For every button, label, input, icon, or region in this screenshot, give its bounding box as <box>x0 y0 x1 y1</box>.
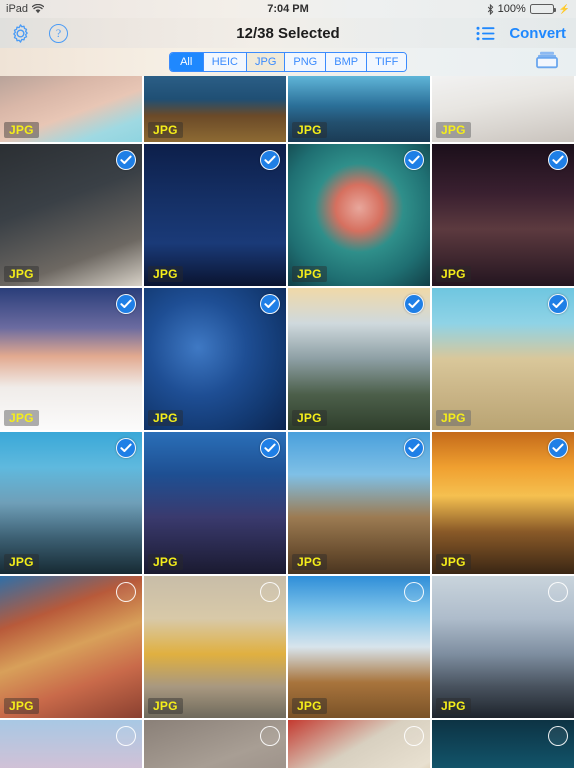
photo-grid-row: JPG JPG JPG JPG <box>0 288 576 430</box>
photo-pizza[interactable] <box>288 720 430 768</box>
status-bar-right: 100% ⚡ <box>487 3 570 15</box>
navigation-bar: ? 12/38 Selected Convert <box>0 18 576 48</box>
gear-icon[interactable] <box>10 23 31 44</box>
status-bar-left: iPad <box>6 3 45 15</box>
format-badge: JPG <box>292 554 327 570</box>
list-bullet-icon[interactable] <box>476 26 495 41</box>
navigation-bar-left: ? <box>10 23 68 44</box>
photo-girl-blue-hair[interactable]: JPG <box>0 76 142 142</box>
format-badge: JPG <box>4 266 39 282</box>
photo-figs-plate[interactable]: JPG <box>288 144 430 286</box>
format-filter-tiff[interactable]: TIFF <box>367 53 407 71</box>
photo-wind-turbines[interactable]: JPG <box>0 288 142 430</box>
format-filter-bmp[interactable]: BMP <box>326 53 368 71</box>
photo-beach-hat[interactable]: JPG <box>432 76 574 142</box>
battery-icon <box>529 4 556 14</box>
checkmark-unselected-icon[interactable] <box>404 726 424 746</box>
format-badge: JPG <box>4 122 39 138</box>
status-bar: iPad 7:04 PM 100% ⚡ <box>0 0 576 18</box>
photo-yellow-beam[interactable]: JPG <box>144 76 286 142</box>
photo-pink-sky[interactable] <box>0 720 142 768</box>
photo-desert-butte[interactable]: JPG <box>288 432 430 574</box>
checkmark-selected-icon[interactable] <box>260 150 280 170</box>
photo-knit-braid[interactable] <box>144 720 286 768</box>
checkmark-selected-icon[interactable] <box>260 438 280 458</box>
checkmark-unselected-icon[interactable] <box>260 726 280 746</box>
photo-grid-row <box>0 720 576 768</box>
photo-coffee-kettle[interactable]: JPG <box>0 144 142 286</box>
format-badge: JPG <box>436 122 471 138</box>
checkmark-selected-icon[interactable] <box>404 294 424 314</box>
format-badge: JPG <box>148 266 183 282</box>
format-badge: JPG <box>436 410 471 426</box>
photo-grid-row: JPG JPG JPG JPG <box>0 432 576 574</box>
format-filter-bar: All HEIC JPG PNG BMP TIFF <box>0 48 576 76</box>
wifi-icon <box>32 4 45 14</box>
format-badge: JPG <box>436 266 471 282</box>
checkmark-selected-icon[interactable] <box>116 438 136 458</box>
format-badge: JPG <box>292 698 327 714</box>
format-badge: JPG <box>4 410 39 426</box>
photo-mount-fuji[interactable]: JPG <box>432 576 574 718</box>
bluetooth-icon <box>487 3 494 15</box>
format-badge: JPG <box>148 554 183 570</box>
checkmark-unselected-icon[interactable] <box>116 726 136 746</box>
checkmark-unselected-icon[interactable] <box>260 582 280 602</box>
checkmark-selected-icon[interactable] <box>116 150 136 170</box>
photo-hillside-town[interactable]: JPG <box>0 576 142 718</box>
photo-grid[interactable]: JPG JPG JPG JPG JPG JPG JPG JPG JPG JPG JPG JPG JPG J… <box>0 76 576 768</box>
checkmark-selected-icon[interactable] <box>548 294 568 314</box>
photo-lisbon-tram[interactable]: JPG <box>144 576 286 718</box>
checkmark-selected-icon[interactable] <box>260 294 280 314</box>
battery-percent-label: 100% <box>497 3 526 15</box>
convert-button[interactable]: Convert <box>509 25 566 42</box>
format-badge: JPG <box>4 698 39 714</box>
format-badge: JPG <box>436 554 471 570</box>
format-badge: JPG <box>292 410 327 426</box>
photo-city-skyline[interactable]: JPG <box>144 432 286 574</box>
photo-sand-castle[interactable]: JPG <box>432 288 574 430</box>
format-filter-png[interactable]: PNG <box>285 53 327 71</box>
lightning-bolt-icon: ⚡ <box>558 3 570 14</box>
format-filter-heic[interactable]: HEIC <box>203 53 247 71</box>
checkmark-selected-icon[interactable] <box>404 150 424 170</box>
navigation-bar-right: Convert <box>476 25 566 42</box>
photo-blue-mountains[interactable]: JPG <box>0 432 142 574</box>
format-badge: JPG <box>436 698 471 714</box>
photo-mountain-sunrise[interactable]: JPG <box>432 432 574 574</box>
format-badge: JPG <box>292 122 327 138</box>
folder-tray-icon[interactable] <box>534 50 560 75</box>
checkmark-selected-icon[interactable] <box>548 150 568 170</box>
format-badge: JPG <box>148 698 183 714</box>
format-badge: JPG <box>292 266 327 282</box>
format-badge: JPG <box>4 554 39 570</box>
photo-delicate-arch[interactable]: JPG <box>432 144 574 286</box>
photo-misty-peaks[interactable]: JPG <box>288 288 430 430</box>
format-badge: JPG <box>148 122 183 138</box>
format-filter-all[interactable]: All <box>169 53 204 71</box>
photo-grid-row: JPG JPG JPG JPG <box>0 76 576 142</box>
photo-lake-pier[interactable]: JPG <box>288 76 430 142</box>
checkmark-unselected-icon[interactable] <box>548 726 568 746</box>
question-mark-circle-icon[interactable]: ? <box>49 23 68 43</box>
format-badge: JPG <box>148 410 183 426</box>
checkmark-unselected-icon[interactable] <box>404 582 424 602</box>
checkmark-selected-icon[interactable] <box>548 438 568 458</box>
checkmark-selected-icon[interactable] <box>116 294 136 314</box>
photo-cactus-milkyway[interactable]: JPG <box>144 144 286 286</box>
photo-grid-row: JPG JPG JPG JPG <box>0 576 576 718</box>
photo-grid-row: JPG JPG JPG JPG <box>0 144 576 286</box>
photo-bird-of-paradise[interactable]: JPG <box>144 288 286 430</box>
format-segmented-control[interactable]: All HEIC JPG PNG BMP TIFF <box>168 52 408 72</box>
checkmark-unselected-icon[interactable] <box>548 582 568 602</box>
checkmark-selected-icon[interactable] <box>404 438 424 458</box>
device-name: iPad <box>6 3 29 15</box>
format-filter-jpg[interactable]: JPG <box>246 53 286 71</box>
photo-snow-peak[interactable]: JPG <box>288 576 430 718</box>
photo-ocean-foam[interactable] <box>432 720 574 768</box>
checkmark-unselected-icon[interactable] <box>116 582 136 602</box>
